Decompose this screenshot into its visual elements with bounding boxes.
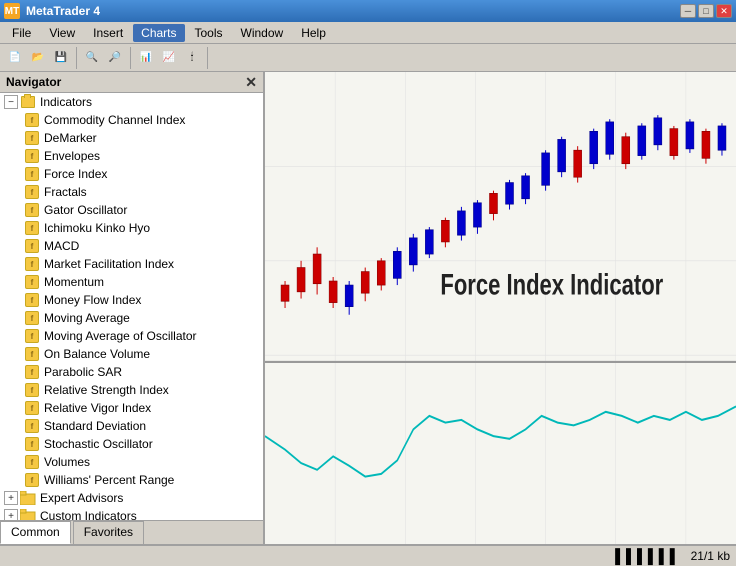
indicators-section[interactable]: − Indicators <box>0 93 263 111</box>
indicators-label: Indicators <box>40 95 92 109</box>
toolbar-open[interactable]: 📂 <box>27 47 49 69</box>
indicator-icon: f <box>24 256 40 272</box>
indicator-icon: f <box>24 436 40 452</box>
custom-indicators-section[interactable]: + Custom Indicators <box>0 507 263 520</box>
status-info: 21/1 kb <box>691 549 730 563</box>
navigator-panel: Navigator ✕ − Indicators f Commodity Cha… <box>0 72 265 544</box>
list-item[interactable]: f Money Flow Index <box>0 291 263 309</box>
chart-canvas[interactable]: Force Index Indicator <box>265 72 736 544</box>
indicator-icon: f <box>24 166 40 182</box>
ea-label: Expert Advisors <box>40 491 123 505</box>
toolbar-chart-line[interactable]: 📈 <box>158 47 180 69</box>
ci-label: Custom Indicators <box>40 509 137 520</box>
indicator-icon: f <box>24 382 40 398</box>
ea-folder-icon <box>20 490 36 506</box>
list-item[interactable]: f Williams' Percent Range <box>0 471 263 489</box>
indicator-icon: f <box>24 346 40 362</box>
tab-common[interactable]: Common <box>0 521 71 544</box>
indicator-icon: f <box>24 454 40 470</box>
list-item[interactable]: f On Balance Volume <box>0 345 263 363</box>
indicator-icon: f <box>24 184 40 200</box>
list-item[interactable]: f Momentum <box>0 273 263 291</box>
menu-help[interactable]: Help <box>293 24 334 42</box>
app-icon: MT <box>4 3 20 19</box>
menu-window[interactable]: Window <box>233 24 292 42</box>
ci-folder-icon <box>20 508 36 520</box>
indicator-icon: f <box>24 418 40 434</box>
list-item[interactable]: f MACD <box>0 237 263 255</box>
list-item[interactable]: f Envelopes <box>0 147 263 165</box>
candlestick-chart: Force Index Indicator <box>265 72 736 544</box>
navigator-tabs: Common Favorites <box>0 520 263 544</box>
indicator-icon: f <box>24 112 40 128</box>
list-item[interactable]: f Relative Vigor Index <box>0 399 263 417</box>
list-item[interactable]: f Relative Strength Index <box>0 381 263 399</box>
navigator-body[interactable]: − Indicators f Commodity Channel Index f… <box>0 93 263 520</box>
toolbar-save[interactable]: 💾 <box>50 47 72 69</box>
maximize-button[interactable]: □ <box>698 4 714 18</box>
svg-text:Force Index Indicator: Force Index Indicator <box>440 267 663 301</box>
indicators-toggle[interactable]: − <box>4 95 18 109</box>
list-item[interactable]: f DeMarker <box>0 129 263 147</box>
list-item[interactable]: f Moving Average <box>0 309 263 327</box>
navigator-close-button[interactable]: ✕ <box>245 75 257 89</box>
indicator-icon: f <box>24 202 40 218</box>
list-item[interactable]: f Stochastic Oscillator <box>0 435 263 453</box>
window-controls: ─ □ ✕ <box>680 4 732 18</box>
toolbar-new[interactable]: 📄 <box>4 47 26 69</box>
status-chart-icon: ▌▌▌▌▌▌ <box>615 548 681 564</box>
toolbar: 📄 📂 💾 🔍 🔎 📊 📈 🕯 <box>0 44 736 72</box>
app-title: MetaTrader 4 <box>26 4 100 18</box>
list-item[interactable]: f Parabolic SAR <box>0 363 263 381</box>
menu-bar: File View Insert Charts Tools Window Hel… <box>0 22 736 44</box>
ea-toggle[interactable]: + <box>4 491 18 505</box>
indicator-icon: f <box>24 274 40 290</box>
navigator-title: Navigator <box>6 75 61 89</box>
list-item[interactable]: f Ichimoku Kinko Hyo <box>0 219 263 237</box>
toolbar-zoom-out[interactable]: 🔎 <box>104 47 126 69</box>
indicator-icon: f <box>24 328 40 344</box>
indicators-folder-icon <box>20 94 36 110</box>
menu-tools[interactable]: Tools <box>187 24 231 42</box>
indicator-icon: f <box>24 292 40 308</box>
toolbar-group-2: 🔍 🔎 <box>81 47 131 69</box>
indicator-icon: f <box>24 310 40 326</box>
indicator-icon: f <box>24 130 40 146</box>
toolbar-zoom-in[interactable]: 🔍 <box>81 47 103 69</box>
list-item[interactable]: f Force Index <box>0 165 263 183</box>
toolbar-group-1: 📄 📂 💾 <box>4 47 77 69</box>
menu-view[interactable]: View <box>41 24 83 42</box>
tab-favorites[interactable]: Favorites <box>73 521 144 544</box>
minimize-button[interactable]: ─ <box>680 4 696 18</box>
title-bar: MT MetaTrader 4 ─ □ ✕ <box>0 0 736 22</box>
indicator-icon: f <box>24 220 40 236</box>
menu-insert[interactable]: Insert <box>85 24 131 42</box>
expert-advisors-section[interactable]: + Expert Advisors <box>0 489 263 507</box>
ci-toggle[interactable]: + <box>4 509 18 520</box>
indicator-icon: f <box>24 400 40 416</box>
chart-area: Force Index Indicator <box>265 72 736 544</box>
menu-file[interactable]: File <box>4 24 39 42</box>
indicator-icon: f <box>24 472 40 488</box>
toolbar-chart-candle[interactable]: 🕯 <box>181 47 203 69</box>
list-item[interactable]: f Market Facilitation Index <box>0 255 263 273</box>
indicator-icon: f <box>24 364 40 380</box>
toolbar-chart-bar[interactable]: 📊 <box>135 47 157 69</box>
list-item[interactable]: f Standard Deviation <box>0 417 263 435</box>
list-item[interactable]: f Commodity Channel Index <box>0 111 263 129</box>
list-item[interactable]: f Gator Oscillator <box>0 201 263 219</box>
navigator-header: Navigator ✕ <box>0 72 263 93</box>
main-layout: Navigator ✕ − Indicators f Commodity Cha… <box>0 72 736 544</box>
indicator-icon: f <box>24 238 40 254</box>
close-button[interactable]: ✕ <box>716 4 732 18</box>
list-item[interactable]: f Volumes <box>0 453 263 471</box>
menu-charts[interactable]: Charts <box>133 24 184 42</box>
status-bar: ▌▌▌▌▌▌ 21/1 kb <box>0 544 736 566</box>
list-item[interactable]: f Fractals <box>0 183 263 201</box>
list-item[interactable]: f Moving Average of Oscillator <box>0 327 263 345</box>
indicator-icon: f <box>24 148 40 164</box>
toolbar-group-3: 📊 📈 🕯 <box>135 47 208 69</box>
